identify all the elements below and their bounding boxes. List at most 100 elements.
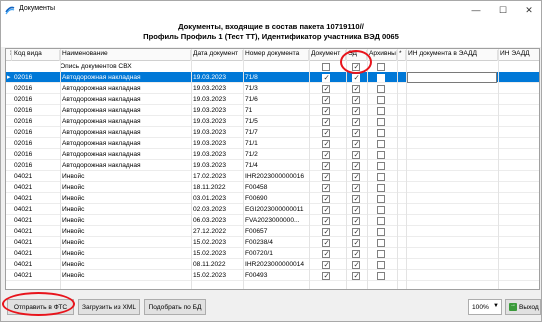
archive-checkbox[interactable] — [377, 250, 385, 258]
archive-checkbox[interactable] — [377, 118, 385, 126]
doc-checkbox[interactable] — [322, 260, 330, 269]
ed-checkbox[interactable] — [352, 205, 360, 214]
archive-checkbox[interactable] — [377, 173, 385, 181]
table-row[interactable]: 04021 Инвойс 27.12.2022 F00657 — [6, 226, 539, 237]
table-row[interactable]: 04021 Инвойс 15.02.2023 F00238/4 — [6, 237, 539, 248]
column-header-number[interactable]: Номер документа — [243, 50, 309, 61]
table-row[interactable]: ▸ 02016 Автодорожная накладная 19.03.2023 71… — [6, 72, 539, 83]
table-row[interactable]: 04021 Инвойс 03.01.2023 F00690 — [6, 193, 539, 204]
ed-checkbox[interactable] — [352, 84, 360, 93]
table-row[interactable]: 04021 Инвойс 15.02.2023 F00493 — [6, 270, 539, 281]
ed-checkbox[interactable] — [352, 260, 360, 269]
ed-checkbox[interactable] — [352, 216, 360, 225]
doc-checkbox[interactable] — [322, 73, 330, 82]
subheader-doc-checkbox[interactable] — [322, 63, 330, 71]
doc-checkbox[interactable] — [322, 161, 330, 170]
column-header-archive[interactable]: Архивны — [367, 50, 397, 61]
table-row[interactable]: 02016 Автодорожная накладная 19.03.2023 71/… — [6, 116, 539, 127]
doc-checkbox[interactable] — [322, 172, 330, 181]
doc-checkbox[interactable] — [322, 216, 330, 225]
ed-checkbox[interactable] — [352, 238, 360, 247]
table-row[interactable]: 02016 Автодорожная накладная 19.03.2023 71/… — [6, 149, 539, 160]
ed-checkbox[interactable] — [352, 271, 360, 280]
table-row[interactable]: 02016 Автодорожная накладная 19.03.2023 71/… — [6, 94, 539, 105]
archive-checkbox[interactable] — [377, 129, 385, 137]
doc-checkbox[interactable] — [322, 128, 330, 137]
archive-checkbox[interactable] — [377, 228, 385, 236]
doc-checkbox[interactable] — [322, 205, 330, 214]
ed-checkbox[interactable] — [352, 128, 360, 137]
ed-checkbox[interactable] — [352, 117, 360, 126]
ed-checkbox[interactable] — [352, 183, 360, 192]
doc-checkbox[interactable] — [322, 194, 330, 203]
doc-checkbox[interactable] — [322, 227, 330, 236]
column-header-doc[interactable]: Документ — [309, 50, 346, 61]
maximize-button[interactable]: ☐ — [490, 1, 516, 19]
table-row[interactable]: 04021 Инвойс 17.02.2023 IHR2023000000016 — [6, 171, 539, 182]
ed-checkbox[interactable] — [352, 106, 360, 115]
table-row[interactable]: 04021 Инвойс 18.11.2022 F00458 — [6, 182, 539, 193]
archive-checkbox[interactable] — [377, 195, 385, 203]
doc-checkbox[interactable] — [322, 106, 330, 115]
match-by-db-button[interactable]: Подобрать по БД — [144, 299, 206, 315]
table-row[interactable]: 04021 Инвойс 08.11.2022 IHR2023000000014 — [6, 259, 539, 270]
doc-checkbox[interactable] — [322, 95, 330, 104]
horizontal-scrollbar[interactable] — [5, 290, 540, 294]
archive-checkbox[interactable] — [377, 74, 385, 82]
table-row[interactable]: 04021 Инвойс 06.03.2023 FVA2023000000... — [6, 215, 539, 226]
ed-checkbox[interactable] — [352, 73, 360, 82]
archive-checkbox[interactable] — [377, 85, 385, 93]
doc-checkbox[interactable] — [322, 238, 330, 247]
archive-checkbox[interactable] — [377, 217, 385, 225]
archive-checkbox[interactable] — [377, 272, 385, 280]
archive-checkbox[interactable] — [377, 107, 385, 115]
column-header-code[interactable]: Код вида — [12, 50, 60, 61]
archive-checkbox[interactable] — [377, 140, 385, 148]
archive-checkbox[interactable] — [377, 261, 385, 269]
table-row[interactable]: 02016 Автодорожная накладная 19.03.2023 71/… — [6, 83, 539, 94]
archive-checkbox[interactable] — [377, 96, 385, 104]
column-header-eadd-in[interactable]: ИН документа в ЭАДД — [406, 50, 498, 61]
load-from-xml-button[interactable]: Загрузить из XML — [78, 299, 140, 315]
archive-checkbox[interactable] — [377, 239, 385, 247]
documents-grid[interactable]: ⁞ Код вида Наименование Дата документ Но… — [5, 48, 540, 290]
send-to-fts-button[interactable]: Отправить в ФТС — [7, 299, 74, 315]
table-row[interactable]: 02016 Автодорожная накладная 19.03.2023 71 — [6, 105, 539, 116]
doc-checkbox[interactable] — [322, 249, 330, 258]
table-row[interactable]: 02016 Автодорожная накладная 19.03.2023 71/… — [6, 138, 539, 149]
column-header-star[interactable]: * — [397, 50, 406, 61]
archive-checkbox[interactable] — [377, 162, 385, 170]
doc-checkbox[interactable] — [322, 117, 330, 126]
column-header-date[interactable]: Дата документ — [191, 50, 243, 61]
close-button[interactable]: ✕ — [516, 1, 542, 19]
zoom-select[interactable]: 100% ▼ — [468, 299, 502, 315]
ed-checkbox[interactable] — [352, 150, 360, 159]
exit-button[interactable]: Выход — [505, 299, 541, 315]
subheader-ed-checkbox[interactable] — [352, 62, 360, 71]
doc-checkbox[interactable] — [322, 150, 330, 159]
column-header-name[interactable]: Наименование — [60, 50, 191, 61]
ed-checkbox[interactable] — [352, 161, 360, 170]
doc-checkbox[interactable] — [322, 139, 330, 148]
table-row[interactable]: 04021 Инвойс 02.03.2023 EGI2023000000011 — [6, 204, 539, 215]
ed-checkbox[interactable] — [352, 95, 360, 104]
subheader-archive-checkbox[interactable] — [377, 63, 385, 71]
table-row[interactable]: 02016 Автодорожная накладная 19.03.2023 71/… — [6, 160, 539, 171]
column-header-eadd-in2[interactable]: ИН ЭАДД — [498, 50, 539, 61]
column-header-ed[interactable]: ЭД — [346, 50, 367, 61]
table-row[interactable]: 04021 Инвойс 15.02.2023 F00720/1 — [6, 248, 539, 259]
doc-checkbox[interactable] — [322, 84, 330, 93]
ed-checkbox[interactable] — [352, 172, 360, 181]
minimize-button[interactable]: — — [463, 1, 489, 19]
archive-checkbox[interactable] — [377, 151, 385, 159]
archive-checkbox[interactable] — [377, 206, 385, 214]
eadd-in-editor[interactable] — [407, 72, 497, 83]
ed-checkbox[interactable] — [352, 227, 360, 236]
doc-checkbox[interactable] — [322, 271, 330, 280]
doc-checkbox[interactable] — [322, 183, 330, 192]
archive-checkbox[interactable] — [377, 184, 385, 192]
ed-checkbox[interactable] — [352, 249, 360, 258]
ed-checkbox[interactable] — [352, 194, 360, 203]
table-row[interactable]: 02016 Автодорожная накладная 19.03.2023 71/… — [6, 127, 539, 138]
ed-checkbox[interactable] — [352, 139, 360, 148]
